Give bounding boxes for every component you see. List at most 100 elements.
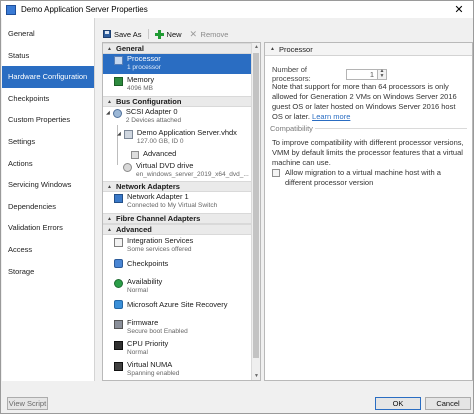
- checkpoints-label: Checkpoints: [127, 259, 169, 268]
- memory-label: Memory: [127, 75, 155, 84]
- collapse-caret-icon: ▲: [107, 183, 112, 190]
- cloud-icon: [114, 300, 123, 309]
- learn-more-link[interactable]: Learn more: [312, 112, 350, 121]
- compatibility-text: To improve compatibility with different …: [272, 138, 464, 167]
- numa-label: Virtual NUMA: [127, 360, 173, 369]
- integration-sub: Some services offered: [127, 246, 192, 253]
- section-network-adapters[interactable]: ▲ Network Adapters: [103, 181, 252, 192]
- collapse-caret-icon: ▲: [107, 45, 112, 52]
- section-general[interactable]: ▲ General: [103, 43, 252, 54]
- firmware-sub: Secure boot Enabled: [127, 328, 188, 335]
- sidebar-item-hardware-configuration[interactable]: Hardware Configuration: [2, 66, 94, 88]
- tree-item-memory[interactable]: Memory 4096 MB: [103, 75, 252, 95]
- processor-icon: [114, 56, 123, 65]
- collapse-caret-icon: ▲: [107, 98, 112, 105]
- dvd-sub: en_windows_server_2019_x64_dvd_...: [136, 171, 249, 178]
- sidebar-item-storage[interactable]: Storage: [2, 261, 94, 283]
- processor-count-label: Number of processors:: [272, 65, 311, 83]
- tree-item-vhdx-advanced[interactable]: Advanced: [103, 149, 252, 161]
- tree-item-processor[interactable]: Processor 1 processor: [103, 54, 252, 74]
- tree-item-vhdx[interactable]: ◢ Demo Application Server.vhdx 127.00 GB,…: [103, 128, 252, 148]
- allow-migration-label[interactable]: Allow migration to a virtual machine hos…: [285, 168, 468, 188]
- firmware-label: Firmware: [127, 318, 159, 327]
- save-as-button[interactable]: Save As: [101, 30, 144, 39]
- scroll-up-icon[interactable]: ▲: [253, 43, 260, 51]
- tree-item-integration-services[interactable]: Integration Services Some services offere…: [103, 236, 252, 256]
- network-icon: [114, 194, 123, 203]
- checkpoint-icon: [114, 259, 123, 268]
- collapse-caret-icon: ◢: [106, 110, 110, 116]
- tree-item-network-adapter[interactable]: Network Adapter 1 Connected to My Virtual…: [103, 192, 252, 212]
- spin-down-icon[interactable]: ▼: [378, 74, 386, 79]
- section-fibre-channel[interactable]: ▲ Fibre Channel Adapters: [103, 213, 252, 224]
- sidebar-item-actions[interactable]: Actions: [2, 153, 94, 175]
- processor-panel: ▲ Processor Number of processors: 1 ▲ ▼ N…: [264, 42, 473, 381]
- collapse-caret-icon: ◢: [117, 131, 121, 137]
- tree-item-cpu-priority[interactable]: CPU Priority Normal: [103, 339, 252, 359]
- dvd-label: Virtual DVD drive: [136, 161, 194, 170]
- availability-icon: [114, 279, 123, 288]
- sidebar-nav: General Status Hardware Configuration Ch…: [2, 18, 95, 381]
- properties-window: Demo Application Server Properties ✕ Gen…: [0, 0, 474, 414]
- tree-item-scsi-adapter[interactable]: ◢ SCSI Adapter 02 Devices attached: [103, 107, 252, 127]
- section-advanced[interactable]: ▲ Advanced: [103, 224, 252, 235]
- tree-item-dvd-drive[interactable]: Virtual DVD drive en_windows_server_2019_…: [103, 161, 252, 181]
- sidebar-item-servicing-windows[interactable]: Servicing Windows: [2, 174, 94, 196]
- advanced-icon: [131, 151, 139, 159]
- sidebar-item-custom-properties[interactable]: Custom Properties: [2, 109, 94, 131]
- title-bar: Demo Application Server Properties ✕: [1, 1, 473, 18]
- panel-title: Processor: [278, 44, 313, 54]
- processor-label: Processor: [127, 54, 161, 63]
- scroll-down-icon[interactable]: ▼: [253, 372, 260, 380]
- sidebar-item-dependencies[interactable]: Dependencies: [2, 196, 94, 218]
- sidebar-item-status[interactable]: Status: [2, 45, 94, 67]
- vhdx-advanced-label: Advanced: [143, 149, 177, 158]
- cpu-priority-label: CPU Priority: [127, 339, 169, 348]
- tree-scrollbar[interactable]: ▲ ▼: [251, 43, 260, 380]
- panel-header: ▲ Processor: [265, 43, 472, 56]
- firmware-icon: [114, 320, 123, 329]
- integration-icon: [114, 238, 123, 247]
- cancel-button[interactable]: Cancel: [425, 397, 471, 410]
- sidebar-item-access[interactable]: Access: [2, 239, 94, 261]
- tree-item-checkpoints[interactable]: Checkpoints: [103, 257, 252, 272]
- window-title: Demo Application Server Properties: [21, 5, 148, 14]
- tree-item-firmware[interactable]: Firmware Secure boot Enabled: [103, 318, 252, 338]
- scsi-label: SCSI Adapter 0: [125, 107, 178, 116]
- availability-label: Availability: [127, 277, 163, 286]
- tree-item-availability[interactable]: Availability Normal: [103, 277, 252, 297]
- processor-count-input[interactable]: 1: [346, 68, 378, 80]
- sidebar-item-checkpoints[interactable]: Checkpoints: [2, 88, 94, 110]
- cpu-priority-sub: Normal: [127, 349, 148, 356]
- disk-icon: [123, 130, 133, 139]
- asr-label: Microsoft Azure Site Recovery: [127, 300, 228, 309]
- close-icon[interactable]: ✕: [445, 1, 473, 18]
- processor-count-spinner[interactable]: ▲ ▼: [378, 68, 387, 80]
- allow-migration-checkbox[interactable]: [272, 169, 280, 177]
- memory-icon: [114, 77, 123, 86]
- note-text: Note that support for more than 64 proce…: [272, 82, 457, 121]
- new-label: New: [166, 29, 182, 39]
- sidebar-item-general[interactable]: General: [2, 23, 94, 45]
- compatibility-check-row: Allow migration to a virtual machine hos…: [272, 168, 468, 188]
- processor-sub: 1 processor: [127, 64, 161, 71]
- availability-sub: Normal: [127, 287, 148, 294]
- view-script-button[interactable]: View Script: [7, 397, 48, 410]
- hardware-toolbar: Save As New ✕ Remove: [101, 27, 230, 41]
- remove-button[interactable]: ✕ Remove: [188, 30, 231, 39]
- dvd-icon: [123, 163, 132, 172]
- scsi-sub: 2 Devices attached: [125, 117, 182, 124]
- sidebar-item-settings[interactable]: Settings: [2, 131, 94, 153]
- tree-item-virtual-numa[interactable]: Virtual NUMA Spanning enabled: [103, 360, 252, 380]
- compatibility-divider: [315, 128, 467, 129]
- cpu-priority-icon: [114, 341, 123, 350]
- processor-note: Note that support for more than 64 proce…: [272, 82, 468, 122]
- remove-label: Remove: [200, 29, 229, 39]
- ok-button[interactable]: OK: [375, 397, 421, 410]
- sidebar-item-validation-errors[interactable]: Validation Errors: [2, 217, 94, 239]
- section-bus-configuration[interactable]: ▲ Bus Configuration: [103, 96, 252, 107]
- new-button[interactable]: New: [153, 29, 184, 39]
- hardware-tree: ▲ General Processor 1 processor Memory 4096…: [102, 42, 261, 381]
- tree-item-azure-site-recovery[interactable]: Microsoft Azure Site Recovery: [103, 298, 252, 313]
- scrollbar-thumb[interactable]: [253, 53, 259, 358]
